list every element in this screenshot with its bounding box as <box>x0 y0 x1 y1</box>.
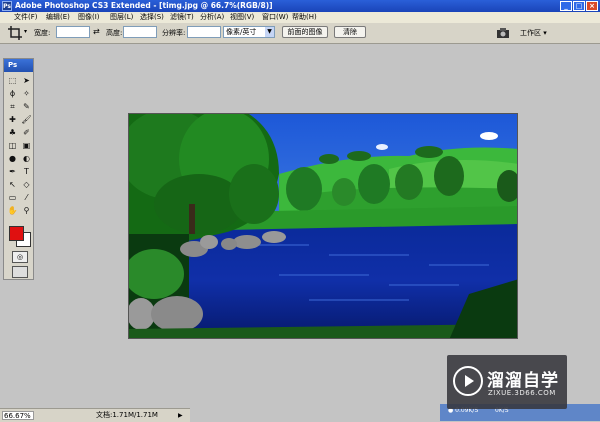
menu-analysis[interactable]: 分析(A) <box>200 12 224 23</box>
swap-icon[interactable]: ⇄ <box>93 27 100 36</box>
tool-grid: ⬚ ➤ ϕ ✧ ⌗ ✎ ✚ 🖌 ♣ ✐ ◫ ▣ ● ◐ ✒ T ↖ ◇ ▭ ⁄ ✋ ⚲ <box>6 74 33 217</box>
close-button[interactable]: × <box>586 1 598 11</box>
window-controls: _ □ × <box>560 1 598 11</box>
foreground-color-swatch[interactable] <box>9 226 24 241</box>
hand-icon[interactable]: ✋ <box>6 204 19 217</box>
healing-brush-icon[interactable]: ✚ <box>6 113 19 126</box>
status-menu-arrow[interactable]: ▶ <box>178 410 183 421</box>
blur-icon[interactable]: ● <box>6 152 19 165</box>
app-icon: Ps <box>2 1 12 11</box>
gradient-icon[interactable]: ▣ <box>20 139 33 152</box>
menu-file[interactable]: 文件(F) <box>14 12 38 23</box>
minimize-button[interactable]: _ <box>560 1 572 11</box>
title-bar: Ps Adobe Photoshop CS3 Extended - [timg.… <box>0 0 600 12</box>
marquee-icon[interactable]: ⬚ <box>6 74 19 87</box>
resolution-field[interactable] <box>187 26 221 38</box>
notes-icon[interactable]: ▭ <box>6 191 19 204</box>
menu-layer[interactable]: 图层(L) <box>110 12 133 23</box>
eyedropper-icon[interactable]: ⁄ <box>20 191 33 204</box>
crop-tool-icon[interactable]: ⌗ <box>6 100 19 113</box>
toolbox-header: Ps <box>4 59 33 72</box>
height-label: 高度: <box>106 29 123 37</box>
crop-icon[interactable] <box>8 26 22 40</box>
width-field[interactable] <box>56 26 90 38</box>
workspace-menu[interactable]: 工作区 ▾ <box>520 28 547 38</box>
chevron-down-icon: ▼ <box>265 27 274 37</box>
color-swatches <box>7 224 32 247</box>
brush-icon[interactable]: 🖌 <box>20 113 33 126</box>
dodge-icon[interactable]: ◐ <box>20 152 33 165</box>
unit-select[interactable]: 像素/英寸 ▼ <box>223 26 275 38</box>
watermark-brand: 溜溜自学 <box>487 371 559 391</box>
play-logo-icon <box>453 366 483 396</box>
pen-icon[interactable]: ✒ <box>6 165 19 178</box>
width-label: 宽度: <box>34 29 51 37</box>
quick-mask-icon[interactable]: ◎ <box>12 251 28 263</box>
front-image-button[interactable]: 前面的图像 <box>282 26 328 38</box>
eraser-icon[interactable]: ◫ <box>6 139 19 152</box>
menu-window[interactable]: 窗口(W) <box>262 12 288 23</box>
status-bar: 66.67% 文档:1.71M/1.71M ▶ <box>0 408 190 422</box>
path-selection-icon[interactable]: ↖ <box>6 178 19 191</box>
tool-preset-arrow[interactable]: ▾ <box>24 28 27 35</box>
lasso-icon[interactable]: ϕ <box>6 87 19 100</box>
magic-wand-icon[interactable]: ✧ <box>20 87 33 100</box>
menu-filter[interactable]: 滤镜(T) <box>170 12 194 23</box>
menu-edit[interactable]: 编辑(E) <box>46 12 70 23</box>
zoom-level[interactable]: 66.67% <box>2 411 34 420</box>
watermark: 溜溜自学 ZIXUE.3D66.COM <box>447 355 567 409</box>
clear-button[interactable]: 清除 <box>334 26 366 38</box>
shape-icon[interactable]: ◇ <box>20 178 33 191</box>
watermark-url: ZIXUE.3D66.COM <box>488 389 556 397</box>
menu-view[interactable]: 视图(V) <box>230 12 254 23</box>
type-icon[interactable]: T <box>20 165 33 178</box>
resolution-label: 分辨率: <box>162 29 186 37</box>
screen-mode-icon[interactable] <box>12 266 28 278</box>
menu-help[interactable]: 帮助(H) <box>292 12 317 23</box>
menu-select[interactable]: 选择(S) <box>140 12 164 23</box>
zoom-icon[interactable]: ⚲ <box>20 204 33 217</box>
toolbox: Ps ⬚ ➤ ϕ ✧ ⌗ ✎ ✚ 🖌 ♣ ✐ ◫ ▣ ● ◐ ✒ T ↖ ◇ ▭ ⁄ ✋ ⚲ ◎ <box>3 58 34 280</box>
move-icon[interactable]: ➤ <box>20 74 33 87</box>
file-browser-icon[interactable] <box>496 27 510 39</box>
window-title: Adobe Photoshop CS3 Extended - [timg.jpg… <box>15 1 273 10</box>
height-field[interactable] <box>123 26 157 38</box>
clone-stamp-icon[interactable]: ♣ <box>6 126 19 139</box>
unit-select-value: 像素/英寸 <box>226 28 257 36</box>
options-bar: ▾ 宽度: ⇄ 高度: 分辨率: 像素/英寸 ▼ 前面的图像 清除 工作区 ▾ <box>0 23 600 44</box>
slice-icon[interactable]: ✎ <box>20 100 33 113</box>
menu-image[interactable]: 图像(I) <box>78 12 100 23</box>
maximize-button[interactable]: □ <box>573 1 585 11</box>
document-info: 文档:1.71M/1.71M <box>96 411 158 419</box>
history-brush-icon[interactable]: ✐ <box>20 126 33 139</box>
document-canvas[interactable] <box>128 113 518 339</box>
landscape-image <box>129 114 517 338</box>
